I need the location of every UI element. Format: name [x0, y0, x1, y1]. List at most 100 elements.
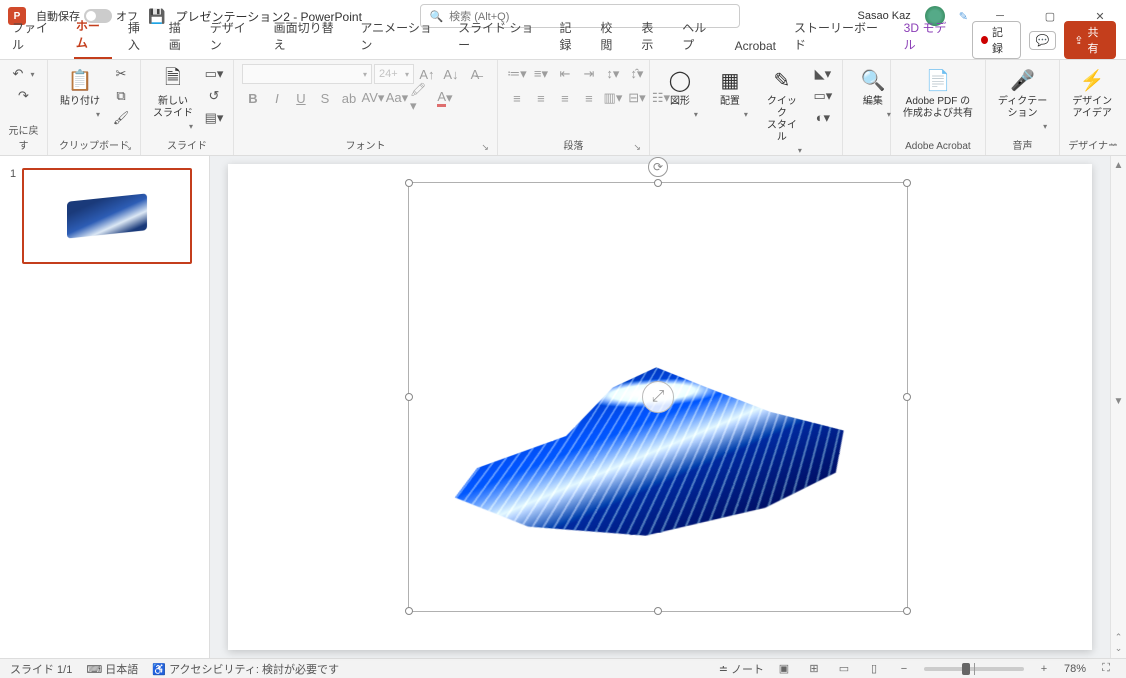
shape-fill-button[interactable]: ◣▾ [812, 64, 834, 84]
scroll-up-icon[interactable]: ▲ [1114, 160, 1124, 171]
selection-box[interactable]: ⟳ ⤢ [408, 182, 908, 612]
justify-button[interactable]: ≡ [578, 88, 600, 108]
clear-format-button[interactable]: A̶ [464, 64, 486, 84]
slide[interactable]: ⟳ ⤢ [228, 164, 1092, 650]
grow-font-button[interactable]: A↑ [416, 64, 438, 84]
highlight-button[interactable]: 🖍▾ [410, 88, 432, 108]
adobe-pdf-button[interactable]: 📄Adobe PDF の 作成および共有 [899, 64, 977, 122]
strike-button[interactable]: S [314, 88, 336, 108]
columns-button[interactable]: ▥▾ [602, 88, 624, 108]
layout-button[interactable]: ▭▾ [203, 64, 225, 84]
tab-design[interactable]: デザイン [208, 15, 258, 59]
vertical-scrollbar[interactable]: ▲ ▼ ⌃⌄ [1110, 156, 1126, 658]
paste-button[interactable]: 📋 貼り付け ▾ [56, 64, 104, 121]
ribbon-collapse-icon[interactable]: ⌄ [1109, 136, 1118, 149]
normal-view-button[interactable]: ▣ [774, 661, 794, 677]
section-button[interactable]: ▤▾ [203, 108, 225, 128]
arrange-button[interactable]: ▦配置▾ [708, 64, 752, 121]
accessibility-status[interactable]: ♿ アクセシビリティ: 検討が必要です [152, 661, 339, 677]
redo-button[interactable]: ↷ [13, 86, 35, 106]
zoom-value[interactable]: 78% [1064, 663, 1086, 675]
zoom-knob[interactable] [962, 663, 970, 675]
tab-animations[interactable]: アニメーション [358, 15, 442, 59]
record-button[interactable]: 記録 [972, 21, 1021, 59]
reading-view-button[interactable]: ▭ [834, 661, 854, 677]
clipboard-launcher-icon[interactable]: ↘ [124, 142, 132, 153]
slide-thumbnail[interactable] [22, 168, 192, 264]
italic-button[interactable]: I [266, 88, 288, 108]
shape-outline-button[interactable]: ▭▾ [812, 86, 834, 106]
tab-transitions[interactable]: 画面切り替え [272, 15, 345, 59]
tab-acrobat[interactable]: Acrobat [733, 35, 778, 59]
zoom-in-button[interactable]: + [1034, 661, 1054, 677]
tab-help[interactable]: ヘルプ [680, 15, 718, 59]
indent-dec-button[interactable]: ⇤ [554, 64, 576, 84]
new-slide-button[interactable]: 🗎 新しい スライド ▾ [149, 64, 197, 133]
undo-button[interactable]: ↶▾ [13, 64, 35, 84]
font-size-combo[interactable]: 24+▾ [374, 64, 414, 84]
font-color-button[interactable]: A▾ [434, 88, 456, 108]
shadow-button[interactable]: ab [338, 88, 360, 108]
3d-orbit-handle[interactable]: ⤢ [642, 381, 674, 413]
text-direction-button[interactable]: ↕̂▾ [626, 64, 648, 84]
char-spacing-button[interactable]: AV▾ [362, 88, 384, 108]
underline-button[interactable]: U [290, 88, 312, 108]
scroll-down-icon[interactable]: ▼ [1114, 396, 1124, 407]
zoom-slider[interactable] [924, 667, 1024, 671]
smartart-button[interactable]: ☷▾ [650, 88, 672, 108]
resize-handle-se[interactable] [903, 607, 911, 615]
numbering-button[interactable]: ≡▾ [530, 64, 552, 84]
tab-view[interactable]: 表示 [639, 15, 666, 59]
paragraph-launcher-icon[interactable]: ↘ [633, 142, 641, 153]
tab-file[interactable]: ファイル [10, 15, 60, 59]
editing-button[interactable]: 🔍編集▾ [851, 64, 895, 121]
cut-button[interactable]: ✂ [110, 64, 132, 84]
shape-effects-button[interactable]: ◐▾ [812, 108, 834, 128]
sorter-view-button[interactable]: ⊞ [804, 661, 824, 677]
fit-window-button[interactable]: ⛶ [1096, 661, 1116, 677]
tab-draw[interactable]: 描画 [167, 15, 194, 59]
scroll-more-icon[interactable]: ⌃⌄ [1115, 632, 1123, 654]
tab-insert[interactable]: 挿入 [126, 15, 153, 59]
bold-button[interactable]: B [242, 88, 264, 108]
font-launcher-icon[interactable]: ↘ [481, 142, 489, 153]
language-indicator[interactable]: ⌨ 日本語 [86, 661, 138, 677]
align-center-button[interactable]: ≡ [530, 88, 552, 108]
change-case-button[interactable]: Aa▾ [386, 88, 408, 108]
comments-button[interactable]: 💬 [1029, 31, 1057, 50]
align-left-button[interactable]: ≡ [506, 88, 528, 108]
dictation-button[interactable]: 🎤ディクテー ション▾ [994, 64, 1051, 133]
line-spacing-button[interactable]: ↕▾ [602, 64, 624, 84]
slide-canvas-area[interactable]: ⟳ ⤢ [210, 156, 1110, 658]
zoom-out-button[interactable]: − [894, 661, 914, 677]
indent-inc-button[interactable]: ⇥ [578, 64, 600, 84]
tab-review[interactable]: 校閲 [598, 15, 625, 59]
align-right-button[interactable]: ≡ [554, 88, 576, 108]
notes-button[interactable]: ≐ ノート [719, 661, 764, 677]
font-name-combo[interactable]: ▾ [242, 64, 372, 84]
tab-3dmodel[interactable]: 3D モデル [902, 15, 958, 59]
resize-handle-w[interactable] [405, 393, 413, 401]
bullets-button[interactable]: ≔▾ [506, 64, 528, 84]
pen-icon[interactable]: ✎ [959, 10, 968, 23]
designer-button[interactable]: ⚡デザイン アイデア [1068, 64, 1116, 122]
rotate-handle[interactable]: ⟳ [648, 157, 668, 177]
resize-handle-nw[interactable] [405, 179, 413, 187]
slide-counter[interactable]: スライド 1/1 [10, 661, 72, 677]
copy-button[interactable]: ⧉ [110, 86, 132, 106]
slideshow-view-button[interactable]: ▯ [864, 661, 884, 677]
tab-record[interactable]: 記録 [557, 15, 584, 59]
resize-handle-sw[interactable] [405, 607, 413, 615]
reset-button[interactable]: ↺ [203, 86, 225, 106]
resize-handle-n[interactable] [654, 179, 662, 187]
resize-handle-e[interactable] [903, 393, 911, 401]
align-text-button[interactable]: ⊟▾ [626, 88, 648, 108]
resize-handle-s[interactable] [654, 607, 662, 615]
shrink-font-button[interactable]: A↓ [440, 64, 462, 84]
tab-slideshow[interactable]: スライド ショー [456, 15, 543, 59]
format-painter-button[interactable]: 🖌 [110, 108, 132, 128]
tab-storyboard[interactable]: ストーリーボード [792, 15, 888, 59]
quick-styles-button[interactable]: ✎クイック スタイル▾ [758, 64, 806, 157]
resize-handle-ne[interactable] [903, 179, 911, 187]
3d-model-object[interactable] [449, 303, 869, 563]
